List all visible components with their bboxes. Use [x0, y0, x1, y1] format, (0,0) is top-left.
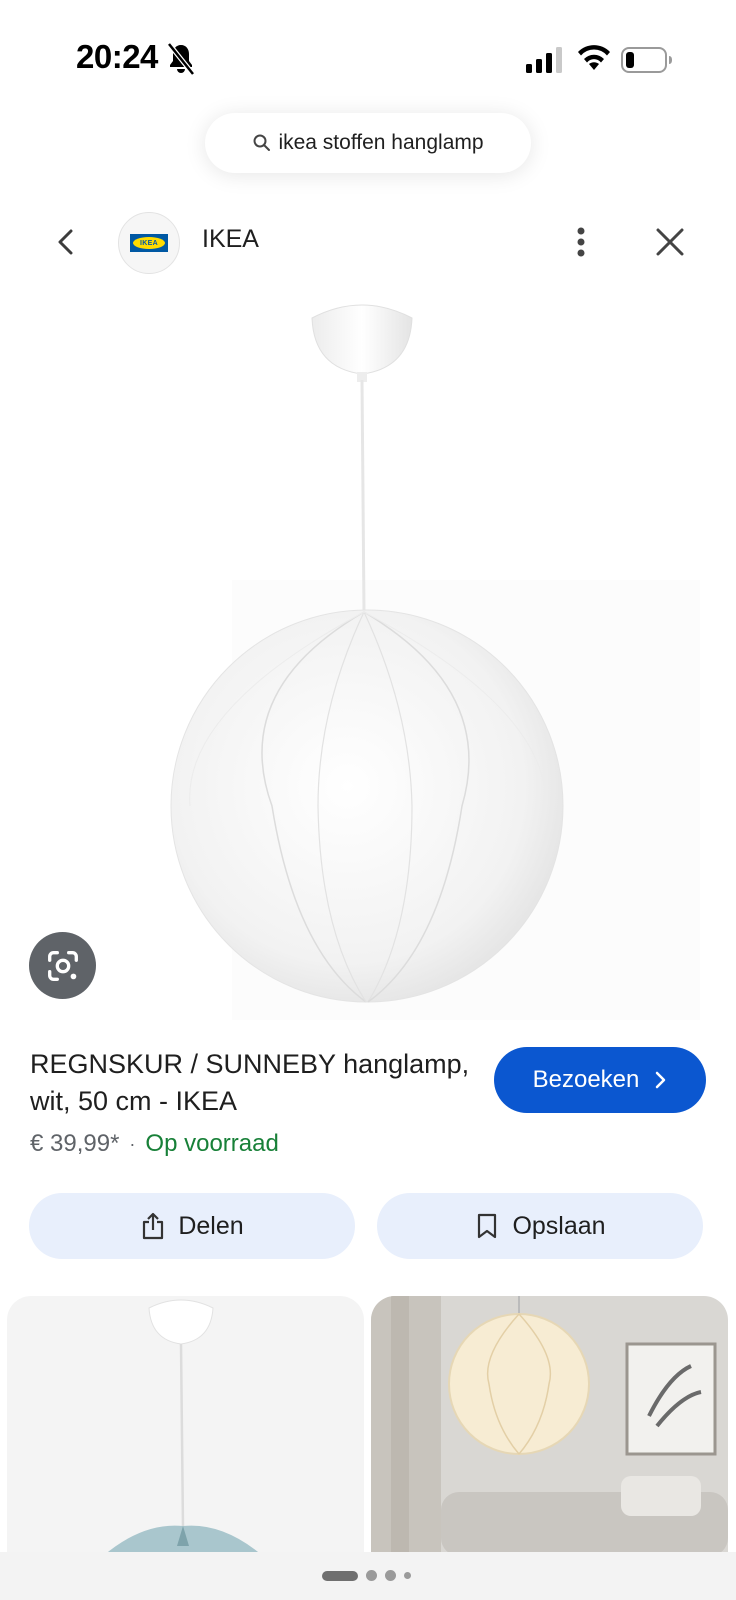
battery-low-icon: [621, 47, 672, 73]
separator-dot: ·: [129, 1133, 136, 1154]
wifi-icon: [578, 45, 610, 70]
visit-button-label: Bezoeken: [532, 1066, 640, 1093]
bookmark-icon: [478, 1213, 497, 1239]
pendant-lamp-blue-image: [7, 1296, 364, 1556]
share-button[interactable]: Delen: [29, 1193, 355, 1259]
living-room-lamp-image: [371, 1296, 728, 1556]
visit-button[interactable]: Bezoeken: [494, 1047, 706, 1113]
page-dot: [366, 1570, 377, 1581]
product-title[interactable]: REGNSKUR / SUNNEBY hanglamp, wit, 50 cm …: [30, 1046, 470, 1120]
site-name[interactable]: IKEA: [202, 225, 259, 254]
share-icon: [143, 1212, 164, 1240]
site-logo[interactable]: IKEA: [118, 212, 180, 274]
search-icon: [253, 134, 271, 151]
page-indicator[interactable]: [322, 1570, 411, 1581]
status-time: 20:24: [76, 38, 158, 75]
related-image-1[interactable]: [7, 1296, 364, 1556]
save-button-label: Opslaan: [512, 1211, 606, 1240]
ikea-logo: IKEA: [130, 234, 168, 252]
page-dot: [404, 1572, 411, 1579]
chevron-right-icon: [656, 1071, 666, 1089]
page-dot-active: [322, 1570, 358, 1581]
product-price: € 39,99*: [30, 1130, 120, 1157]
close-icon[interactable]: [650, 222, 690, 262]
search-query-text: ikea stoffen hanglamp: [278, 131, 484, 154]
price-row: € 39,99* · Op voorraad: [30, 1130, 279, 1158]
related-image-2[interactable]: [371, 1296, 728, 1556]
google-lens-button[interactable]: [29, 932, 96, 999]
save-button[interactable]: Opslaan: [377, 1193, 703, 1259]
search-query-pill[interactable]: ikea stoffen hanglamp: [205, 113, 531, 173]
cellular-signal-icon: [526, 47, 562, 73]
stock-status: Op voorraad: [145, 1130, 279, 1157]
bell-muted-icon: [167, 42, 195, 76]
chevron-left-icon[interactable]: [50, 222, 82, 262]
google-lens-icon: [47, 950, 78, 981]
page-dot: [385, 1570, 396, 1581]
share-button-label: Delen: [178, 1211, 244, 1240]
product-image[interactable]: [0, 290, 736, 1030]
more-vert-icon[interactable]: [569, 222, 593, 262]
